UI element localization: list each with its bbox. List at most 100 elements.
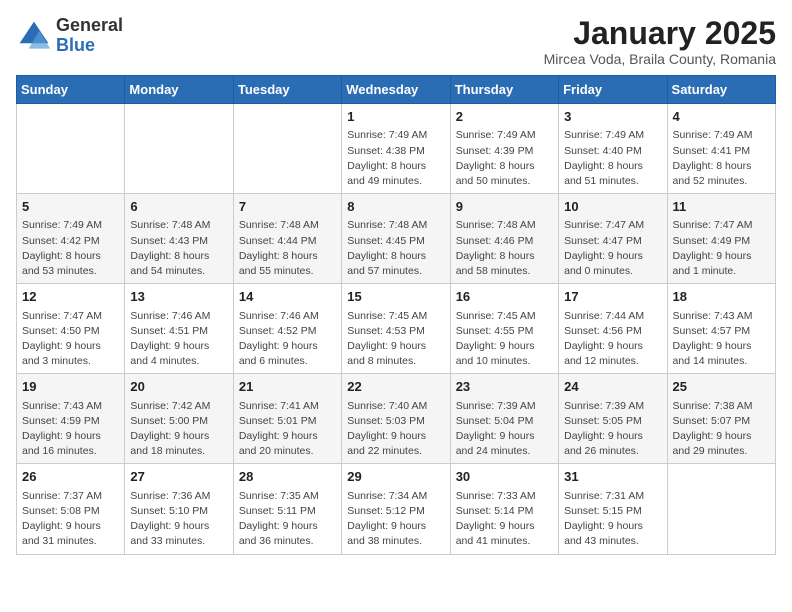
calendar-cell bbox=[233, 104, 341, 194]
day-number: 2 bbox=[456, 108, 553, 126]
weekday-row: SundayMondayTuesdayWednesdayThursdayFrid… bbox=[17, 76, 776, 104]
calendar-cell: 10 Sunrise: 7:47 AM Sunset: 4:47 PM Dayli… bbox=[559, 194, 667, 284]
day-number: 18 bbox=[673, 288, 770, 306]
day-number: 29 bbox=[347, 468, 444, 486]
calendar-cell: 24 Sunrise: 7:39 AM Sunset: 5:05 PM Dayli… bbox=[559, 374, 667, 464]
calendar-cell: 22 Sunrise: 7:40 AM Sunset: 5:03 PM Dayli… bbox=[342, 374, 450, 464]
calendar-header: SundayMondayTuesdayWednesdayThursdayFrid… bbox=[17, 76, 776, 104]
calendar-cell: 29 Sunrise: 7:34 AM Sunset: 5:12 PM Dayli… bbox=[342, 464, 450, 554]
calendar-cell: 23 Sunrise: 7:39 AM Sunset: 5:04 PM Dayli… bbox=[450, 374, 558, 464]
calendar-cell: 1 Sunrise: 7:49 AM Sunset: 4:38 PM Daylig… bbox=[342, 104, 450, 194]
cell-content: Sunrise: 7:49 AM Sunset: 4:38 PM Dayligh… bbox=[347, 128, 444, 189]
day-number: 10 bbox=[564, 198, 661, 216]
cell-content: Sunrise: 7:46 AM Sunset: 4:52 PM Dayligh… bbox=[239, 309, 336, 370]
cell-content: Sunrise: 7:47 AM Sunset: 4:49 PM Dayligh… bbox=[673, 218, 770, 279]
calendar-cell: 15 Sunrise: 7:45 AM Sunset: 4:53 PM Dayli… bbox=[342, 284, 450, 374]
calendar-cell: 16Sunrise: 7:45 AM Sunset: 4:55 PM Dayli… bbox=[450, 284, 558, 374]
calendar-cell: 13 Sunrise: 7:46 AM Sunset: 4:51 PM Dayli… bbox=[125, 284, 233, 374]
calendar-cell: 28 Sunrise: 7:35 AM Sunset: 5:11 PM Dayli… bbox=[233, 464, 341, 554]
day-number: 24 bbox=[564, 378, 661, 396]
day-number: 28 bbox=[239, 468, 336, 486]
calendar-cell: 19Sunrise: 7:43 AM Sunset: 4:59 PM Dayli… bbox=[17, 374, 125, 464]
day-number: 22 bbox=[347, 378, 444, 396]
calendar-cell bbox=[17, 104, 125, 194]
cell-content: Sunrise: 7:35 AM Sunset: 5:11 PM Dayligh… bbox=[239, 489, 336, 550]
weekday-header-wednesday: Wednesday bbox=[342, 76, 450, 104]
week-row-3: 12Sunrise: 7:47 AM Sunset: 4:50 PM Dayli… bbox=[17, 284, 776, 374]
cell-content: Sunrise: 7:49 AM Sunset: 4:40 PM Dayligh… bbox=[564, 128, 661, 189]
day-number: 13 bbox=[130, 288, 227, 306]
weekday-header-saturday: Saturday bbox=[667, 76, 775, 104]
calendar-subtitle: Mircea Voda, Braila County, Romania bbox=[544, 51, 776, 67]
cell-content: Sunrise: 7:38 AM Sunset: 5:07 PM Dayligh… bbox=[673, 399, 770, 460]
day-number: 9 bbox=[456, 198, 553, 216]
day-number: 23 bbox=[456, 378, 553, 396]
calendar-cell: 20 Sunrise: 7:42 AM Sunset: 5:00 PM Dayli… bbox=[125, 374, 233, 464]
day-number: 30 bbox=[456, 468, 553, 486]
logo-text: General Blue bbox=[56, 16, 123, 56]
day-number: 3 bbox=[564, 108, 661, 126]
day-number: 4 bbox=[673, 108, 770, 126]
cell-content: Sunrise: 7:43 AM Sunset: 4:59 PM Dayligh… bbox=[22, 399, 119, 460]
day-number: 15 bbox=[347, 288, 444, 306]
calendar-cell bbox=[125, 104, 233, 194]
week-row-1: 1 Sunrise: 7:49 AM Sunset: 4:38 PM Daylig… bbox=[17, 104, 776, 194]
cell-content: Sunrise: 7:45 AM Sunset: 4:53 PM Dayligh… bbox=[347, 309, 444, 370]
cell-content: Sunrise: 7:37 AM Sunset: 5:08 PM Dayligh… bbox=[22, 489, 119, 550]
calendar-cell: 6 Sunrise: 7:48 AM Sunset: 4:43 PM Daylig… bbox=[125, 194, 233, 284]
calendar-cell bbox=[667, 464, 775, 554]
cell-content: Sunrise: 7:31 AM Sunset: 5:15 PM Dayligh… bbox=[564, 489, 661, 550]
calendar-cell: 31Sunrise: 7:31 AM Sunset: 5:15 PM Dayli… bbox=[559, 464, 667, 554]
day-number: 17 bbox=[564, 288, 661, 306]
calendar-cell: 26 Sunrise: 7:37 AM Sunset: 5:08 PM Dayli… bbox=[17, 464, 125, 554]
week-row-4: 19Sunrise: 7:43 AM Sunset: 4:59 PM Dayli… bbox=[17, 374, 776, 464]
day-number: 1 bbox=[347, 108, 444, 126]
cell-content: Sunrise: 7:43 AM Sunset: 4:57 PM Dayligh… bbox=[673, 309, 770, 370]
cell-content: Sunrise: 7:36 AM Sunset: 5:10 PM Dayligh… bbox=[130, 489, 227, 550]
title-block: January 2025 Mircea Voda, Braila County,… bbox=[544, 16, 776, 67]
weekday-header-thursday: Thursday bbox=[450, 76, 558, 104]
weekday-header-sunday: Sunday bbox=[17, 76, 125, 104]
day-number: 26 bbox=[22, 468, 119, 486]
cell-content: Sunrise: 7:42 AM Sunset: 5:00 PM Dayligh… bbox=[130, 399, 227, 460]
calendar-cell: 3 Sunrise: 7:49 AM Sunset: 4:40 PM Daylig… bbox=[559, 104, 667, 194]
cell-content: Sunrise: 7:44 AM Sunset: 4:56 PM Dayligh… bbox=[564, 309, 661, 370]
calendar-body: 1 Sunrise: 7:49 AM Sunset: 4:38 PM Daylig… bbox=[17, 104, 776, 554]
cell-content: Sunrise: 7:33 AM Sunset: 5:14 PM Dayligh… bbox=[456, 489, 553, 550]
day-number: 25 bbox=[673, 378, 770, 396]
logo: General Blue bbox=[16, 16, 123, 56]
day-number: 20 bbox=[130, 378, 227, 396]
cell-content: Sunrise: 7:49 AM Sunset: 4:39 PM Dayligh… bbox=[456, 128, 553, 189]
cell-content: Sunrise: 7:47 AM Sunset: 4:50 PM Dayligh… bbox=[22, 309, 119, 370]
calendar-cell: 30 Sunrise: 7:33 AM Sunset: 5:14 PM Dayli… bbox=[450, 464, 558, 554]
cell-content: Sunrise: 7:49 AM Sunset: 4:41 PM Dayligh… bbox=[673, 128, 770, 189]
day-number: 7 bbox=[239, 198, 336, 216]
day-number: 11 bbox=[673, 198, 770, 216]
calendar-cell: 17 Sunrise: 7:44 AM Sunset: 4:56 PM Dayli… bbox=[559, 284, 667, 374]
cell-content: Sunrise: 7:47 AM Sunset: 4:47 PM Dayligh… bbox=[564, 218, 661, 279]
calendar-cell: 18 Sunrise: 7:43 AM Sunset: 4:57 PM Dayli… bbox=[667, 284, 775, 374]
calendar-cell: 12Sunrise: 7:47 AM Sunset: 4:50 PM Dayli… bbox=[17, 284, 125, 374]
page-header: General Blue January 2025 Mircea Voda, B… bbox=[16, 16, 776, 67]
cell-content: Sunrise: 7:34 AM Sunset: 5:12 PM Dayligh… bbox=[347, 489, 444, 550]
day-number: 14 bbox=[239, 288, 336, 306]
day-number: 6 bbox=[130, 198, 227, 216]
weekday-header-tuesday: Tuesday bbox=[233, 76, 341, 104]
cell-content: Sunrise: 7:40 AM Sunset: 5:03 PM Dayligh… bbox=[347, 399, 444, 460]
calendar-title: January 2025 bbox=[544, 16, 776, 51]
cell-content: Sunrise: 7:48 AM Sunset: 4:43 PM Dayligh… bbox=[130, 218, 227, 279]
day-number: 8 bbox=[347, 198, 444, 216]
cell-content: Sunrise: 7:39 AM Sunset: 5:04 PM Dayligh… bbox=[456, 399, 553, 460]
calendar-cell: 7 Sunrise: 7:48 AM Sunset: 4:44 PM Daylig… bbox=[233, 194, 341, 284]
day-number: 27 bbox=[130, 468, 227, 486]
cell-content: Sunrise: 7:39 AM Sunset: 5:05 PM Dayligh… bbox=[564, 399, 661, 460]
calendar-cell: 21Sunrise: 7:41 AM Sunset: 5:01 PM Dayli… bbox=[233, 374, 341, 464]
calendar-cell: 11 Sunrise: 7:47 AM Sunset: 4:49 PM Dayli… bbox=[667, 194, 775, 284]
week-row-2: 5Sunrise: 7:49 AM Sunset: 4:42 PM Daylig… bbox=[17, 194, 776, 284]
calendar-cell: 14 Sunrise: 7:46 AM Sunset: 4:52 PM Dayli… bbox=[233, 284, 341, 374]
calendar-cell: 9Sunrise: 7:48 AM Sunset: 4:46 PM Daylig… bbox=[450, 194, 558, 284]
cell-content: Sunrise: 7:46 AM Sunset: 4:51 PM Dayligh… bbox=[130, 309, 227, 370]
cell-content: Sunrise: 7:48 AM Sunset: 4:44 PM Dayligh… bbox=[239, 218, 336, 279]
cell-content: Sunrise: 7:45 AM Sunset: 4:55 PM Dayligh… bbox=[456, 309, 553, 370]
calendar-cell: 27 Sunrise: 7:36 AM Sunset: 5:10 PM Dayli… bbox=[125, 464, 233, 554]
